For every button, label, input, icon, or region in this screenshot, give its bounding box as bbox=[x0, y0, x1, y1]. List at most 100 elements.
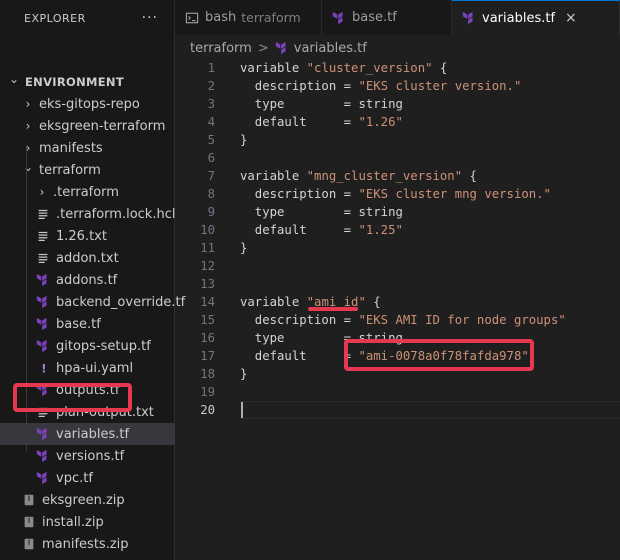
zip-file-icon bbox=[24, 494, 34, 506]
svg-text:!: ! bbox=[41, 361, 46, 375]
close-tab-icon[interactable]: × bbox=[565, 10, 577, 26]
tree-root-environment[interactable]: ⌄ ENVIRONMENT bbox=[0, 71, 175, 93]
tree-item-label: eksgreen-terraform bbox=[39, 118, 166, 134]
chevron-right-icon[interactable]: › bbox=[22, 119, 34, 133]
code-text: } bbox=[240, 241, 248, 255]
tree-item-install-zip[interactable]: install.zip bbox=[0, 511, 175, 533]
code-line[interactable]: 8 description = "EKS cluster mng version… bbox=[175, 185, 620, 203]
text-file-icon bbox=[38, 231, 48, 241]
code-line[interactable]: 7 variable "mng_cluster_version" { bbox=[175, 167, 620, 185]
line-number: 16 bbox=[200, 331, 215, 345]
line-number: 7 bbox=[207, 169, 215, 183]
line-number: 20 bbox=[200, 403, 215, 417]
more-actions-icon[interactable]: ··· bbox=[142, 10, 158, 26]
line-number: 1 bbox=[207, 61, 215, 75]
tree-item-label: addons.tf bbox=[56, 272, 118, 288]
breadcrumb-separator: > bbox=[257, 40, 269, 56]
tree-item-label: 1.26.txt bbox=[56, 228, 107, 244]
line-number: 18 bbox=[200, 367, 215, 381]
chevron-down-icon[interactable]: ⌄ bbox=[22, 160, 34, 174]
line-number: 12 bbox=[200, 259, 215, 273]
explorer-title: EXPLORER bbox=[24, 11, 86, 25]
code-text: description = "EKS cluster mng version." bbox=[240, 187, 551, 201]
tree-item-label: backend_override.tf bbox=[56, 294, 186, 310]
tree-item-label: ENVIRONMENT bbox=[25, 75, 124, 89]
tree-item-manifests-zip[interactable]: manifests.zip bbox=[0, 533, 175, 555]
tab-label: base.tf bbox=[352, 10, 397, 25]
line-number: 4 bbox=[207, 115, 215, 129]
line-number: 6 bbox=[207, 151, 215, 165]
code-line[interactable]: 11} bbox=[175, 239, 620, 257]
tab-variables-tf[interactable]: variables.tf × bbox=[452, 0, 620, 35]
tree-item-eksgreen-terraform[interactable]: › eksgreen-terraform bbox=[0, 115, 175, 137]
breadcrumb: terraform > variables.tf bbox=[190, 37, 367, 59]
explorer-sidebar: EXPLORER ··· ⌄ ENVIRONMENT › eks-gitops-rep… bbox=[0, 0, 185, 560]
code-text: description = "EKS cluster version." bbox=[240, 79, 522, 93]
tree-item-terraform-tfstate[interactable]: terraform.tfstate bbox=[0, 555, 175, 560]
zip-file-icon bbox=[24, 538, 34, 550]
line-number: 3 bbox=[207, 97, 215, 111]
terraform-icon bbox=[36, 339, 47, 353]
code-line[interactable]: 2 description = "EKS cluster version." bbox=[175, 77, 620, 95]
tab-description: terraform bbox=[241, 10, 301, 25]
tree-item-label: addon.txt bbox=[56, 250, 119, 266]
terraform-icon bbox=[36, 427, 47, 441]
code-text: default = "1.26" bbox=[240, 115, 403, 129]
code-line[interactable]: 9 type = string bbox=[175, 203, 620, 221]
code-line[interactable]: 4 default = "1.26" bbox=[175, 113, 620, 131]
code-line[interactable]: 1 variable "cluster_version" { bbox=[175, 59, 620, 77]
tree-item-label: manifests.zip bbox=[42, 536, 129, 552]
line-number: 2 bbox=[207, 79, 215, 93]
code-line[interactable]: 14 variable "ami_id" { bbox=[175, 293, 620, 311]
terraform-icon bbox=[332, 11, 343, 24]
tree-item-eksgreen-zip[interactable]: eksgreen.zip bbox=[0, 489, 175, 511]
breadcrumb-folder[interactable]: terraform bbox=[190, 41, 252, 56]
code-editor[interactable]: 1 variable "cluster_version" { 2 descripti… bbox=[175, 58, 620, 560]
tab-bash[interactable]: bash terraform bbox=[175, 0, 322, 35]
line-number: 17 bbox=[200, 349, 215, 363]
chevron-right-icon[interactable]: › bbox=[36, 185, 48, 199]
code-text: description = "EKS AMI ID for node group… bbox=[240, 313, 566, 327]
tree-item-vpc-tf[interactable]: vpc.tf bbox=[0, 467, 175, 489]
terraform-icon bbox=[36, 295, 47, 309]
zip-file-icon bbox=[24, 516, 34, 528]
tree-item-label: vpc.tf bbox=[56, 470, 93, 486]
code-line[interactable]: 13 bbox=[175, 275, 620, 293]
code-line[interactable]: 12 bbox=[175, 257, 620, 275]
terminal-icon bbox=[185, 12, 199, 23]
code-text: variable "mng_cluster_version" { bbox=[240, 169, 477, 183]
code-text: variable "cluster_version" { bbox=[240, 61, 448, 75]
underline-ami-id bbox=[308, 307, 358, 311]
code-line[interactable]: 10 default = "1.25" bbox=[175, 221, 620, 239]
tree-item-eks-gitops-repo[interactable]: › eks-gitops-repo bbox=[0, 93, 175, 115]
yaml-exclamation-icon: ! bbox=[41, 361, 46, 375]
terraform-icon bbox=[36, 317, 47, 331]
chevron-right-icon[interactable]: › bbox=[22, 97, 34, 111]
code-line[interactable]: 19 bbox=[175, 383, 620, 401]
tab-label: variables.tf bbox=[482, 10, 556, 26]
line-number: 14 bbox=[200, 295, 215, 309]
tree-item-label: base.tf bbox=[56, 316, 101, 332]
tree-item-label: eks-gitops-repo bbox=[39, 96, 140, 112]
code-line[interactable]: 5} bbox=[175, 131, 620, 149]
code-text: type = string bbox=[240, 205, 403, 219]
terraform-icon bbox=[462, 11, 473, 25]
tab-base-tf[interactable]: base.tf bbox=[322, 0, 452, 35]
line-number: 8 bbox=[207, 187, 215, 201]
chevron-down-icon[interactable]: ⌄ bbox=[8, 72, 20, 86]
terraform-icon bbox=[36, 471, 47, 485]
terraform-icon bbox=[36, 273, 47, 287]
code-line[interactable]: 3 type = string bbox=[175, 95, 620, 113]
code-text: } bbox=[240, 367, 248, 381]
chevron-right-icon[interactable]: › bbox=[22, 141, 34, 155]
code-line[interactable]: 15 description = "EKS AMI ID for node gr… bbox=[175, 311, 620, 329]
breadcrumb-file[interactable]: variables.tf bbox=[294, 41, 367, 56]
explorer-header: EXPLORER ··· bbox=[0, 0, 174, 36]
text-file-icon bbox=[38, 253, 48, 263]
line-number: 9 bbox=[207, 205, 215, 219]
tab-bar: bash terraform base.tf variables.tf × bbox=[175, 0, 620, 35]
code-line[interactable]: 20 bbox=[175, 401, 620, 419]
tree-item-label: gitops-setup.tf bbox=[56, 338, 151, 354]
code-line[interactable]: 6 bbox=[175, 149, 620, 167]
highlight-box-variables-tf bbox=[13, 383, 132, 412]
